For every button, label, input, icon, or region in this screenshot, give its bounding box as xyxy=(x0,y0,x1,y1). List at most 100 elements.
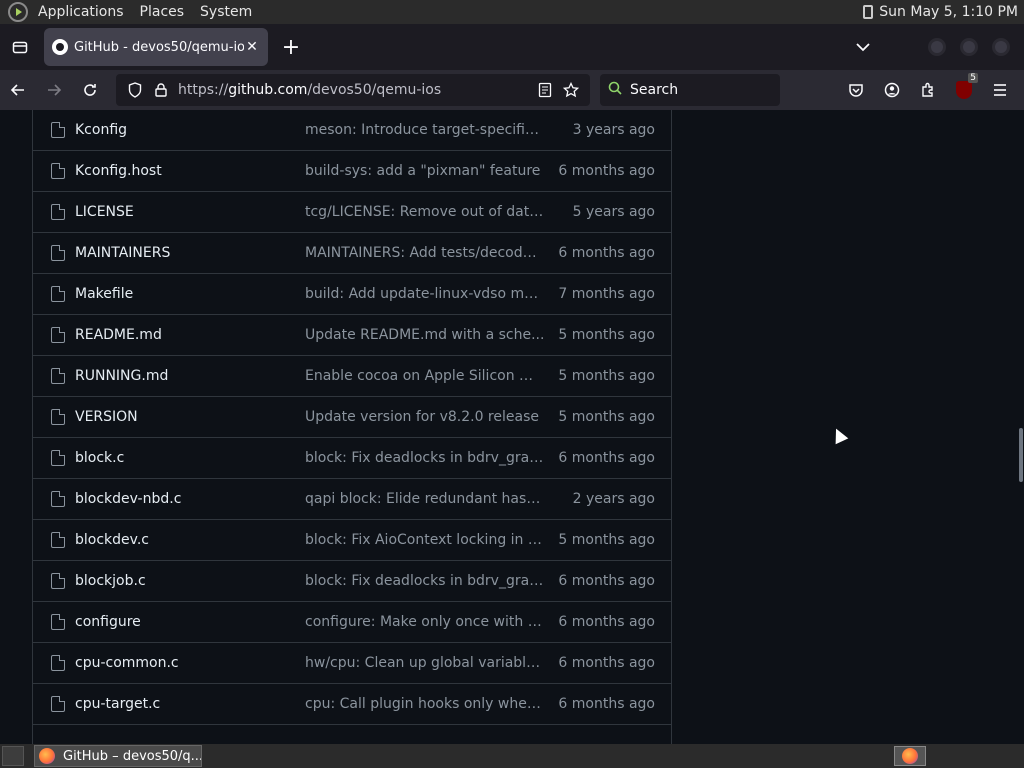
table-row[interactable]: RUNNING.md Enable cocoa on Apple Silicon… xyxy=(33,355,671,396)
table-row[interactable]: blockdev-nbd.c qapi block: Elide redunda… xyxy=(33,478,671,519)
file-name-link[interactable]: blockdev.c xyxy=(75,532,305,548)
commit-date: 6 months ago xyxy=(558,450,655,466)
pocket-icon xyxy=(849,84,863,97)
file-list: Kconfig meson: Introduce target-specific… xyxy=(32,110,672,744)
reader-view-icon[interactable] xyxy=(532,82,558,98)
extensions-button[interactable] xyxy=(910,72,946,108)
table-row[interactable]: cpu-common.c hw/cpu: Clean up global var… xyxy=(33,642,671,683)
table-row[interactable]: Kconfig meson: Introduce target-specific… xyxy=(33,110,671,150)
commit-message-link[interactable]: block: Fix AioContext locking in qm... xyxy=(305,532,545,548)
pocket-button[interactable] xyxy=(838,72,874,108)
mouse-pointer-icon xyxy=(829,425,849,445)
commit-date: 5 years ago xyxy=(572,204,655,220)
puzzle-icon xyxy=(922,82,933,97)
forward-button[interactable] xyxy=(36,72,72,108)
taskbar-window-firefox[interactable]: GitHub – devos50/q... xyxy=(34,745,202,767)
table-row[interactable]: VERSION Update version for v8.2.0 releas… xyxy=(33,396,671,437)
system-menu[interactable]: System xyxy=(192,4,260,20)
table-row[interactable]: configure configure: Make only once with… xyxy=(33,601,671,642)
file-icon xyxy=(51,245,65,261)
file-name-link[interactable]: Makefile xyxy=(75,286,305,302)
file-name-link[interactable]: VERSION xyxy=(75,409,305,425)
scrollbar-thumb[interactable] xyxy=(1019,428,1023,482)
tab-github[interactable]: GitHub - devos50/qemu-ios ✕ xyxy=(44,28,268,66)
commit-message-link[interactable]: block: Fix deadlocks in bdrv_graph... xyxy=(305,573,545,589)
commit-message-link[interactable]: meson: Introduce target-specific K... xyxy=(305,122,545,138)
file-name-link[interactable]: block.c xyxy=(75,450,305,466)
commit-date: 6 months ago xyxy=(558,655,655,671)
file-name-link[interactable]: MAINTAINERS xyxy=(75,245,305,261)
file-icon xyxy=(51,655,65,671)
table-row[interactable]: LICENSE tcg/LICENSE: Remove out of date … xyxy=(33,191,671,232)
file-name-link[interactable]: Kconfig.host xyxy=(75,163,305,179)
account-button[interactable] xyxy=(874,72,910,108)
commit-message-link[interactable]: configure: Make only once with ps... xyxy=(305,614,545,630)
table-row[interactable]: MAINTAINERS MAINTAINERS: Add tests/decod… xyxy=(33,232,671,273)
file-icon xyxy=(51,696,65,712)
reload-button[interactable] xyxy=(72,72,108,108)
table-row[interactable]: cpu-target.c cpu: Call plugin hooks only… xyxy=(33,683,671,724)
commit-message-link[interactable]: Update README.md with a sche... xyxy=(305,327,545,343)
table-row[interactable]: blockjob.c block: Fix deadlocks in bdrv_… xyxy=(33,560,671,601)
chevron-down-icon xyxy=(856,43,870,52)
commit-message-link[interactable]: MAINTAINERS: Add tests/decode/... xyxy=(305,245,545,261)
arrow-right-icon xyxy=(48,84,62,96)
commit-date: 6 months ago xyxy=(558,573,655,589)
minimize-button[interactable] xyxy=(928,38,946,56)
clock[interactable]: Sun May 5, 1:10 PM xyxy=(879,4,1024,20)
file-name-link[interactable]: RUNNING.md xyxy=(75,368,305,384)
file-name-link[interactable]: configure xyxy=(75,614,305,630)
commit-message-link[interactable]: hw/cpu: Clean up global variable s... xyxy=(305,655,545,671)
url-bar[interactable]: https://github.com/devos50/qemu-ios xyxy=(116,74,590,106)
commit-date: 5 months ago xyxy=(558,409,655,425)
maximize-button[interactable] xyxy=(960,38,978,56)
file-name-link[interactable]: LICENSE xyxy=(75,204,305,220)
commit-message-link[interactable]: cpu: Call plugin hooks only when r... xyxy=(305,696,545,712)
file-icon xyxy=(51,532,65,548)
close-window-button[interactable] xyxy=(992,38,1010,56)
table-row[interactable]: block.c block: Fix deadlocks in bdrv_gra… xyxy=(33,437,671,478)
back-button[interactable] xyxy=(0,72,36,108)
commit-message-link[interactable]: qapi block: Elide redundant has_F... xyxy=(305,491,545,507)
distro-logo-icon[interactable] xyxy=(8,2,28,22)
applications-menu[interactable]: Applications xyxy=(30,4,132,20)
file-name-link[interactable]: cpu-common.c xyxy=(75,655,305,671)
url-text[interactable]: https://github.com/devos50/qemu-ios xyxy=(178,82,532,98)
places-menu[interactable]: Places xyxy=(132,4,193,20)
table-row-partial xyxy=(33,724,671,744)
search-engine-icon xyxy=(608,81,626,99)
clipboard-icon[interactable] xyxy=(863,5,874,19)
ublock-origin-button[interactable]: 5 xyxy=(946,72,982,108)
shield-icon[interactable] xyxy=(122,82,148,98)
table-row[interactable]: README.md Update README.md with a sche..… xyxy=(33,314,671,355)
close-tab-icon[interactable]: ✕ xyxy=(244,39,260,55)
file-name-link[interactable]: Kconfig xyxy=(75,122,305,138)
table-row[interactable]: blockdev.c block: Fix AioContext locking… xyxy=(33,519,671,560)
commit-message-link[interactable]: tcg/LICENSE: Remove out of date ... xyxy=(305,204,545,220)
table-row[interactable]: Makefile build: Add update-linux-vdso ma… xyxy=(33,273,671,314)
file-name-link[interactable]: blockjob.c xyxy=(75,573,305,589)
workspace-switcher[interactable] xyxy=(894,746,926,766)
file-name-link[interactable]: blockdev-nbd.c xyxy=(75,491,305,507)
firefox-view-button[interactable] xyxy=(0,24,40,70)
commit-message-link[interactable]: build-sys: add a "pixman" feature xyxy=(305,163,545,179)
file-icon xyxy=(51,491,65,507)
file-name-link[interactable]: README.md xyxy=(75,327,305,343)
search-bar[interactable]: Search xyxy=(600,74,780,106)
commit-message-link[interactable]: Enable cocoa on Apple Silicon Macs xyxy=(305,368,545,384)
commit-message-link[interactable]: Update version for v8.2.0 release xyxy=(305,409,545,425)
file-name-link[interactable]: cpu-target.c xyxy=(75,696,305,712)
app-menu-button[interactable] xyxy=(982,72,1018,108)
lock-icon[interactable] xyxy=(148,83,174,97)
new-tab-button[interactable]: + xyxy=(276,32,306,62)
show-desktop-button[interactable] xyxy=(2,746,24,766)
file-icon xyxy=(51,327,65,343)
commit-date: 2 years ago xyxy=(572,491,655,507)
commit-message-link[interactable]: build: Add update-linux-vdso makef... xyxy=(305,286,545,302)
file-icon xyxy=(51,368,65,384)
table-row[interactable]: Kconfig.host build-sys: add a "pixman" f… xyxy=(33,150,671,191)
commit-date: 5 months ago xyxy=(558,532,655,548)
list-all-tabs-button[interactable] xyxy=(848,42,878,52)
commit-message-link[interactable]: block: Fix deadlocks in bdrv_graph... xyxy=(305,450,545,466)
bookmark-star-icon[interactable] xyxy=(558,82,584,98)
